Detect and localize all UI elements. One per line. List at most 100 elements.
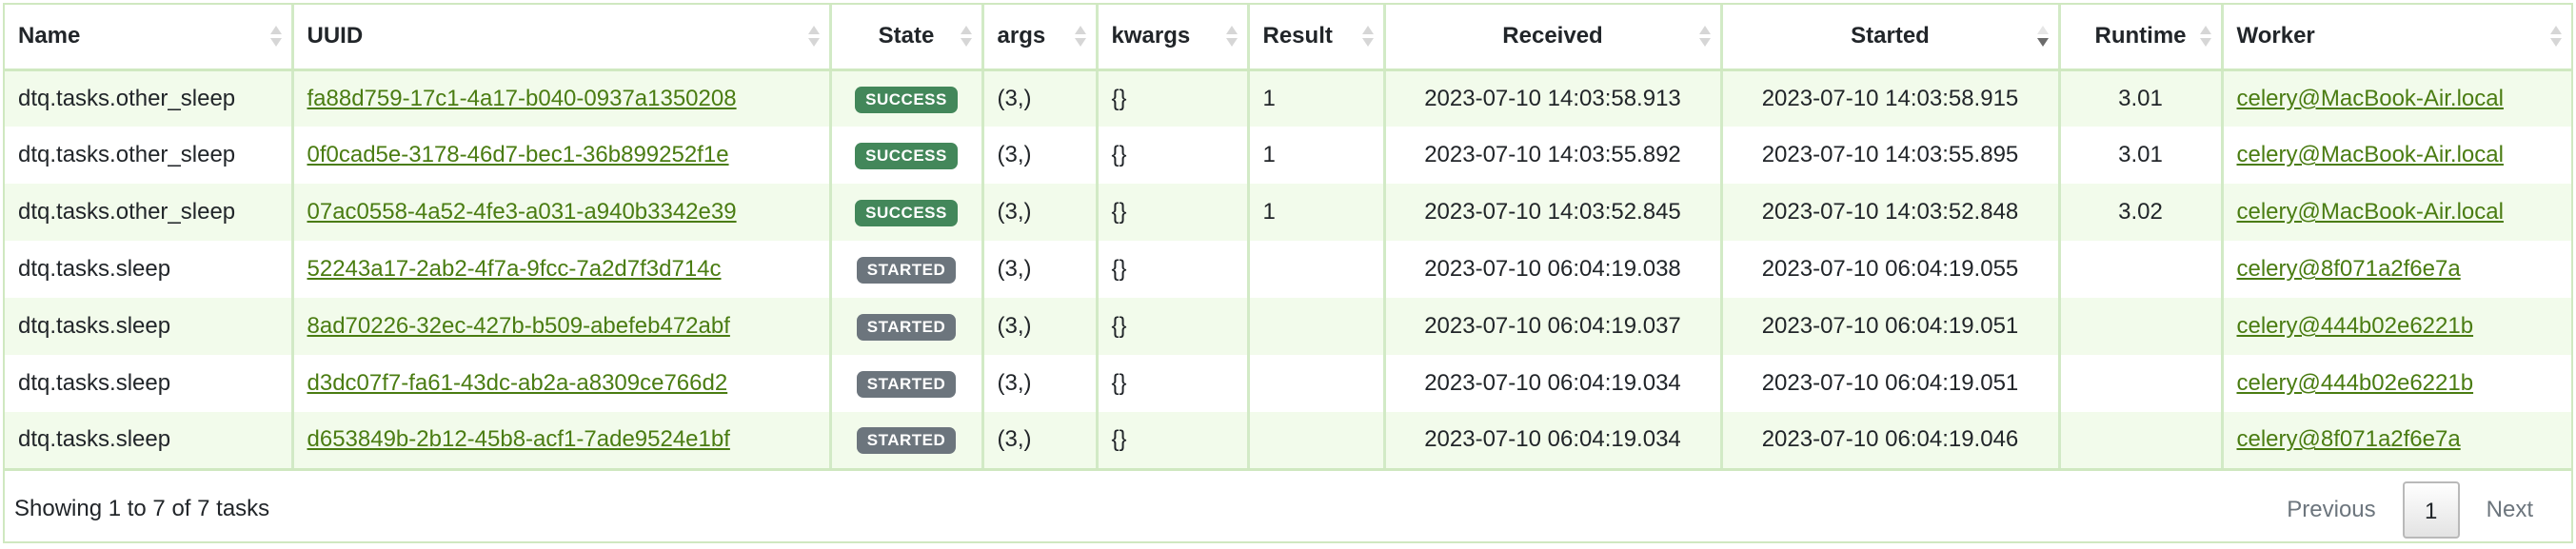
task-name: dtq.tasks.other_sleep <box>5 127 294 184</box>
task-runtime: 3.01 <box>2059 127 2224 184</box>
task-uuid-link[interactable]: 8ad70226-32ec-427b-b509-abefeb472abf <box>307 313 730 339</box>
task-received: 2023-07-10 14:03:58.913 <box>1384 69 1723 127</box>
worker-link[interactable]: celery@8f071a2f6e7a <box>2237 256 2461 282</box>
sort-descending-icon <box>2036 26 2049 48</box>
task-result: 1 <box>1248 184 1386 241</box>
task-result: 1 <box>1248 127 1386 184</box>
task-runtime <box>2059 241 2224 298</box>
task-started: 2023-07-10 14:03:58.915 <box>1721 69 2061 127</box>
task-started: 2023-07-10 06:04:19.046 <box>1721 412 2061 471</box>
column-header-runtime[interactable]: Runtime <box>2059 5 2224 71</box>
task-started: 2023-07-10 06:04:19.055 <box>1721 241 2061 298</box>
state-badge: SUCCESS <box>855 200 958 226</box>
next-page-button[interactable]: Next <box>2460 481 2560 539</box>
table-row: dtq.tasks.sleep 8ad70226-32ec-427b-b509-… <box>5 298 2571 355</box>
task-runtime: 3.02 <box>2059 184 2224 241</box>
sort-icon <box>269 26 282 48</box>
task-uuid-link[interactable]: d3dc07f7-fa61-43dc-ab2a-a8309ce766d2 <box>307 370 728 396</box>
task-received: 2023-07-10 14:03:52.845 <box>1384 184 1723 241</box>
table-row: dtq.tasks.other_sleep fa88d759-17c1-4a17… <box>5 69 2571 127</box>
task-args: (3,) <box>982 298 1099 355</box>
sort-icon <box>960 26 972 48</box>
column-header-state[interactable]: State <box>830 5 984 71</box>
task-started: 2023-07-10 14:03:52.848 <box>1721 184 2061 241</box>
column-header-result[interactable]: Result <box>1248 5 1386 71</box>
task-result: 1 <box>1248 69 1386 127</box>
worker-link[interactable]: celery@8f071a2f6e7a <box>2237 426 2461 452</box>
task-runtime <box>2059 298 2224 355</box>
table-row: dtq.tasks.other_sleep 0f0cad5e-3178-46d7… <box>5 127 2571 184</box>
task-kwargs: {} <box>1097 184 1250 241</box>
task-started: 2023-07-10 06:04:19.051 <box>1721 298 2061 355</box>
task-args: (3,) <box>982 355 1099 412</box>
task-kwargs: {} <box>1097 412 1250 471</box>
column-header-worker[interactable]: Worker <box>2222 5 2571 71</box>
task-received: 2023-07-10 14:03:55.892 <box>1384 127 1723 184</box>
column-header-received[interactable]: Received <box>1384 5 1723 71</box>
table-footer: Showing 1 to 7 of 7 tasks Previous 1 Nex… <box>5 477 2571 539</box>
column-header-args[interactable]: args <box>982 5 1099 71</box>
task-result <box>1248 298 1386 355</box>
tasks-table: Name UUID State args kwargs Result Recei… <box>5 5 2571 471</box>
task-received: 2023-07-10 06:04:19.034 <box>1384 355 1723 412</box>
task-args: (3,) <box>982 127 1099 184</box>
task-args: (3,) <box>982 69 1099 127</box>
task-runtime <box>2059 412 2224 471</box>
tasks-table-panel: Name UUID State args kwargs Result Recei… <box>3 3 2573 543</box>
sort-icon <box>1225 26 1238 48</box>
state-badge: SUCCESS <box>855 143 958 169</box>
task-result <box>1248 412 1386 471</box>
task-runtime <box>2059 355 2224 412</box>
sort-icon <box>1361 26 1374 48</box>
task-received: 2023-07-10 06:04:19.037 <box>1384 298 1723 355</box>
task-name: dtq.tasks.sleep <box>5 355 294 412</box>
task-args: (3,) <box>982 241 1099 298</box>
page-1-button[interactable]: 1 <box>2402 481 2460 539</box>
task-name: dtq.tasks.other_sleep <box>5 69 294 127</box>
task-runtime: 3.01 <box>2059 69 2224 127</box>
task-args: (3,) <box>982 184 1099 241</box>
task-kwargs: {} <box>1097 127 1250 184</box>
task-name: dtq.tasks.sleep <box>5 412 294 471</box>
task-name: dtq.tasks.sleep <box>5 298 294 355</box>
task-args: (3,) <box>982 412 1099 471</box>
table-row: dtq.tasks.sleep d3dc07f7-fa61-43dc-ab2a-… <box>5 355 2571 412</box>
task-received: 2023-07-10 06:04:19.034 <box>1384 412 1723 471</box>
sort-icon <box>807 26 820 48</box>
table-row: dtq.tasks.other_sleep 07ac0558-4a52-4fe3… <box>5 184 2571 241</box>
task-name: dtq.tasks.sleep <box>5 241 294 298</box>
task-received: 2023-07-10 06:04:19.038 <box>1384 241 1723 298</box>
task-result <box>1248 355 1386 412</box>
column-header-name[interactable]: Name <box>5 5 294 71</box>
state-badge: SUCCESS <box>855 86 958 113</box>
worker-link[interactable]: celery@MacBook-Air.local <box>2237 86 2504 111</box>
state-badge: STARTED <box>856 427 957 455</box>
table-info: Showing 1 to 7 of 7 tasks <box>14 496 270 521</box>
task-uuid-link[interactable]: 07ac0558-4a52-4fe3-a031-a940b3342e39 <box>307 199 737 225</box>
task-uuid-link[interactable]: 0f0cad5e-3178-46d7-bec1-36b899252f1e <box>307 142 729 167</box>
task-kwargs: {} <box>1097 355 1250 412</box>
table-header-row: Name UUID State args kwargs Result Recei… <box>5 5 2571 71</box>
column-header-kwargs[interactable]: kwargs <box>1097 5 1250 71</box>
task-uuid-link[interactable]: fa88d759-17c1-4a17-b040-0937a1350208 <box>307 86 737 111</box>
worker-link[interactable]: celery@MacBook-Air.local <box>2237 199 2504 225</box>
task-uuid-link[interactable]: 52243a17-2ab2-4f7a-9fcc-7a2d7f3d714c <box>307 256 722 282</box>
column-header-uuid[interactable]: UUID <box>292 5 832 71</box>
state-badge: STARTED <box>856 314 957 341</box>
task-uuid-link[interactable]: d653849b-2b12-45b8-acf1-7ade9524e1bf <box>307 426 730 452</box>
worker-link[interactable]: celery@444b02e6221b <box>2237 313 2474 339</box>
task-started: 2023-07-10 14:03:55.895 <box>1721 127 2061 184</box>
worker-link[interactable]: celery@MacBook-Air.local <box>2237 142 2504 167</box>
task-kwargs: {} <box>1097 69 1250 127</box>
sort-icon <box>2199 26 2211 48</box>
task-started: 2023-07-10 06:04:19.051 <box>1721 355 2061 412</box>
sort-icon <box>2550 26 2562 48</box>
worker-link[interactable]: celery@444b02e6221b <box>2237 370 2474 396</box>
sort-icon <box>1074 26 1086 48</box>
previous-page-button[interactable]: Previous <box>2260 481 2402 539</box>
task-name: dtq.tasks.other_sleep <box>5 184 294 241</box>
state-badge: STARTED <box>856 371 957 398</box>
task-kwargs: {} <box>1097 298 1250 355</box>
table-row: dtq.tasks.sleep d653849b-2b12-45b8-acf1-… <box>5 412 2571 471</box>
column-header-started[interactable]: Started <box>1721 5 2061 71</box>
